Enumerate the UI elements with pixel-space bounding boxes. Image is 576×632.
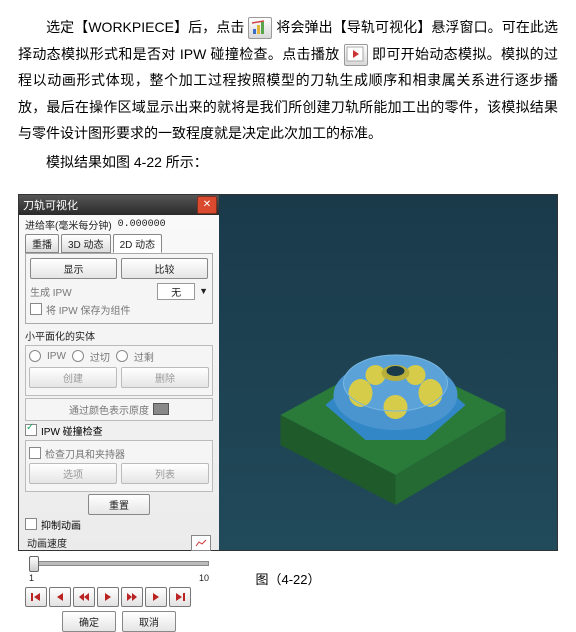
tab-2d-dynamic[interactable]: 2D 动态 <box>113 234 163 253</box>
option-button[interactable]: 选项 <box>29 463 117 484</box>
anim-speed-slider[interactable] <box>29 555 209 569</box>
tool-holder-checkbox[interactable] <box>29 447 41 459</box>
save-ipw-label: 将 IPW 保存为组件 <box>46 302 208 317</box>
goto-end-button[interactable] <box>169 587 191 607</box>
anim-speed-label: 动画速度 <box>27 535 67 550</box>
feed-rate-value: 0.000000 <box>118 219 166 230</box>
facet-group-title: 小平面化的实体 <box>25 328 213 343</box>
toolpath-visualization-panel: 刀轨可视化 ✕ 进给率(毫米每分钟) 0.000000 重播 3D 动态 2D … <box>19 195 220 550</box>
tab-replay[interactable]: 重播 <box>25 234 59 253</box>
list-button[interactable]: 列表 <box>121 463 209 484</box>
ipw-collision-checkbox[interactable] <box>25 424 37 436</box>
generate-ipw-label: 生成 IPW <box>30 284 153 299</box>
forward-button[interactable] <box>121 587 143 607</box>
step-back-button[interactable] <box>49 587 71 607</box>
cancel-button[interactable]: 取消 <box>122 611 176 632</box>
panel-titlebar: 刀轨可视化 ✕ <box>19 195 219 215</box>
play-icon <box>344 44 368 66</box>
color-thickness-label: 通过颜色表示原度 <box>69 402 149 417</box>
panel-title: 刀轨可视化 <box>21 197 197 213</box>
text: 模拟结果如图 4-22 所示： <box>46 154 208 170</box>
generate-ipw-select[interactable]: 无 <box>157 283 195 300</box>
reset-button[interactable]: 重置 <box>88 494 150 515</box>
rewind-button[interactable] <box>73 587 95 607</box>
suppress-anim-label: 抑制动画 <box>41 517 213 532</box>
text: 选定【WORKPIECE】后，点击 <box>46 19 244 35</box>
delete-button[interactable]: 删除 <box>121 367 209 388</box>
3d-viewport[interactable] <box>219 195 557 550</box>
play-button[interactable] <box>97 587 119 607</box>
tab-3d-dynamic[interactable]: 3D 动态 <box>61 234 111 253</box>
tool-holder-label: 检查刀具和夹持器 <box>45 446 209 461</box>
save-ipw-checkbox[interactable] <box>30 303 42 315</box>
goto-start-button[interactable] <box>25 587 47 607</box>
close-icon[interactable]: ✕ <box>197 196 217 214</box>
create-button[interactable]: 创建 <box>29 367 117 388</box>
figure-4-22: 刀轨可视化 ✕ 进给率(毫米每分钟) 0.000000 重播 3D 动态 2D … <box>18 194 558 551</box>
anim-speed-icon <box>191 535 211 551</box>
radio-excess[interactable] <box>116 350 128 362</box>
color-swatch <box>153 403 169 415</box>
radio-gouge[interactable] <box>72 350 84 362</box>
step-forward-button[interactable] <box>145 587 167 607</box>
feed-rate-label: 进给率(毫米每分钟) <box>25 217 112 232</box>
suppress-anim-checkbox[interactable] <box>25 518 37 530</box>
radio-ipw[interactable] <box>29 350 41 362</box>
toolbar-icon <box>248 17 272 39</box>
compare-button[interactable]: 比较 <box>121 258 208 279</box>
show-button[interactable]: 显示 <box>30 258 117 279</box>
ipw-collision-label: IPW 碰撞检查 <box>41 423 213 438</box>
ok-button[interactable]: 确定 <box>62 611 116 632</box>
